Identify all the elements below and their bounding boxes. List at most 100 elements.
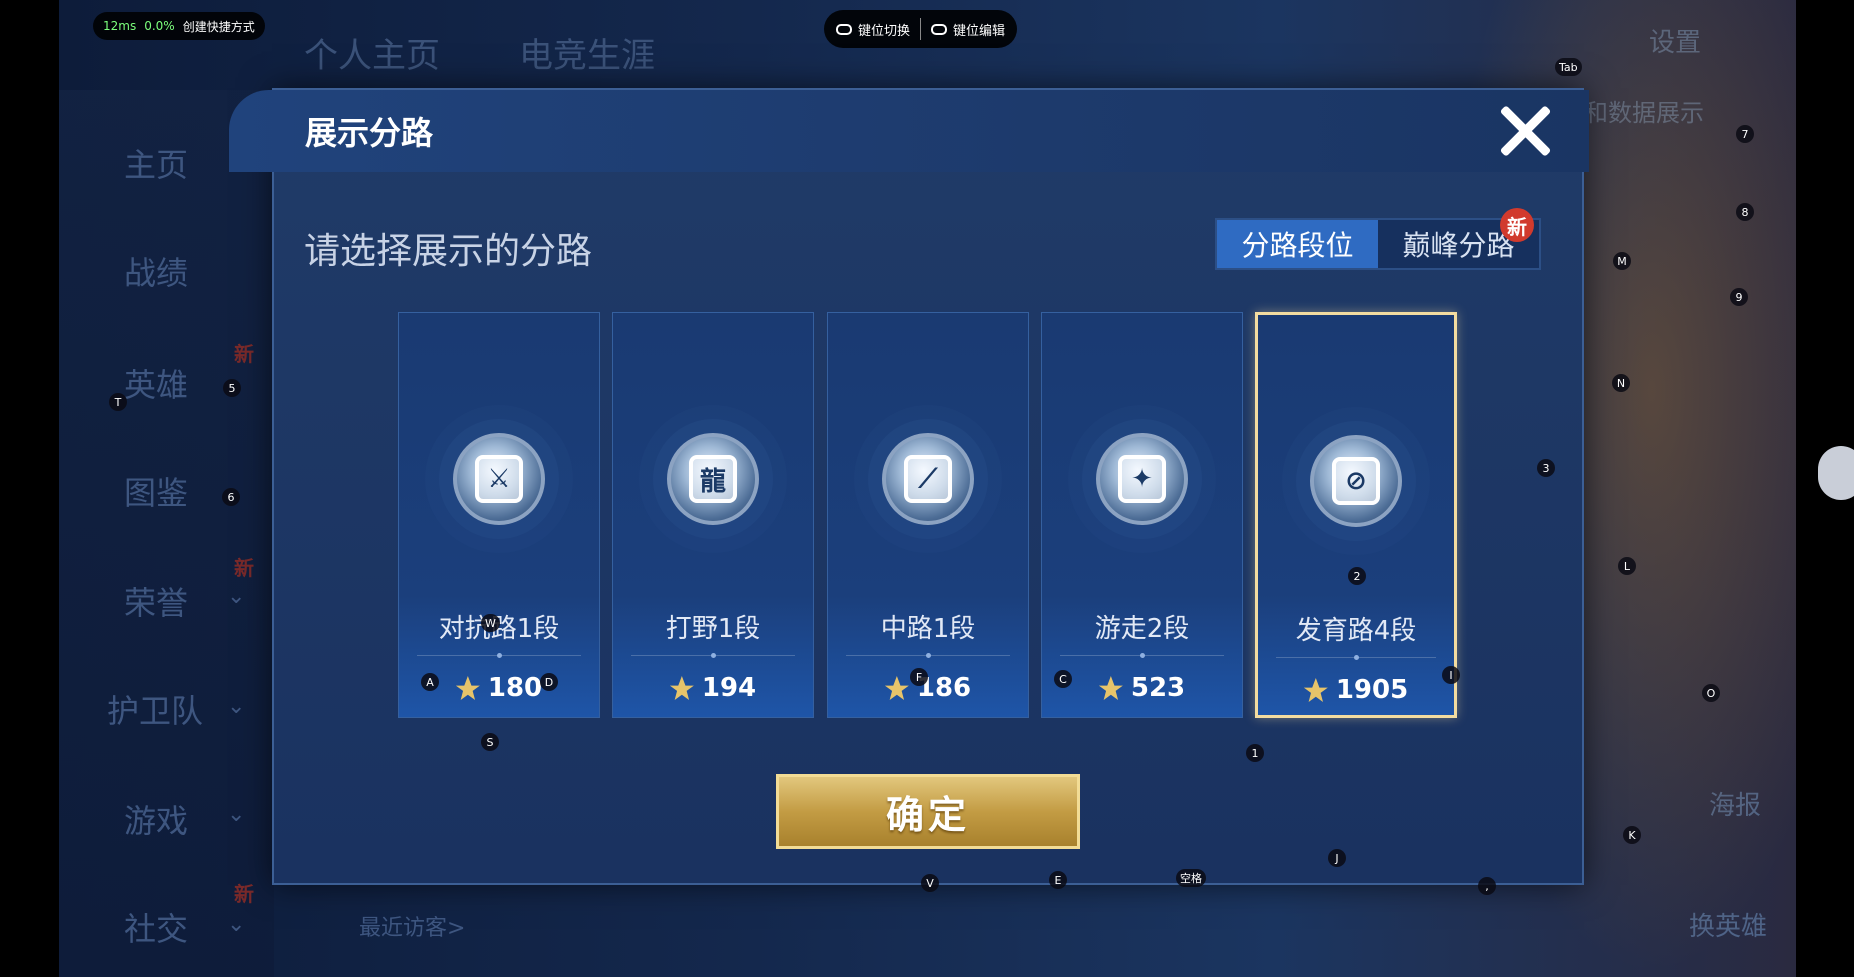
lane-score: 180 <box>487 673 543 703</box>
lane-score: 1905 <box>1335 675 1409 705</box>
key-hint: L <box>1618 557 1636 575</box>
score-star-icon <box>884 676 909 700</box>
bg-recent-visitors: 最近访客> <box>359 916 466 941</box>
lane-card-mid[interactable]: ⟋ 中路1段 186 <box>827 312 1029 718</box>
bg-change-hero: 换英雄 <box>1689 912 1768 942</box>
gamepad-icon <box>931 23 948 35</box>
key-edit-label: 键位编辑 <box>953 23 1006 39</box>
dialog-title: 展示分路 <box>305 114 434 152</box>
target-icon: ⊘ <box>1310 435 1402 527</box>
bg-tab-profile: 个人主页 <box>304 36 440 76</box>
key-switch-label: 键位切换 <box>858 23 911 39</box>
toolbar-divider <box>920 18 922 40</box>
key-hint: 7 <box>1736 125 1754 143</box>
lane-rank-label: 中路1段 <box>880 614 976 644</box>
lane-rank-label: 游走2段 <box>1094 614 1190 644</box>
chevron-down-icon: ⌄ <box>227 912 246 937</box>
lane-rank-label: 打野1段 <box>665 614 761 644</box>
key-hint: D <box>540 673 558 691</box>
key-hint: I <box>1442 666 1460 684</box>
bg-poster: 海报 <box>1709 791 1762 821</box>
sidebar: 主页 战绩 英雄 新 图鉴 荣誉 新 ⌄ 护卫队 ⌄ 游戏 ⌄ 社交 新 ⌄ <box>59 90 274 977</box>
sidebar-new-badge: 新 <box>234 342 254 366</box>
bg-tab-esports: 电竞生涯 <box>519 36 655 76</box>
key-hint: F <box>910 668 928 686</box>
card-divider <box>1060 653 1224 658</box>
sidebar-item-hero: 英雄 <box>124 366 189 404</box>
segment-control: 分路段位 巅峰分路 <box>1215 218 1541 270</box>
bg-data-show: 和数据展示 <box>1584 99 1704 127</box>
key-hint: S <box>481 733 499 751</box>
key-hint: 空格 <box>1176 869 1206 887</box>
score-row: 523 <box>1042 673 1242 703</box>
sidebar-item-home: 主页 <box>124 146 189 184</box>
key-hint: O <box>1702 684 1720 702</box>
key-hint: 5 <box>223 379 241 397</box>
close-button[interactable] <box>1497 103 1553 159</box>
key-hint: W <box>481 614 500 632</box>
bg-settings: 设置 <box>1649 28 1702 58</box>
key-hint: 1 <box>1246 744 1264 762</box>
latency-text: 12ms <box>103 19 137 33</box>
sidebar-item-game: 游戏 <box>124 802 189 840</box>
loss-text: 0.0% <box>144 19 175 33</box>
sidebar-item-guard: 护卫队 <box>107 692 204 730</box>
score-row: 186 <box>828 673 1028 703</box>
sidebar-item-honor: 荣誉 <box>124 584 189 622</box>
dialog-subtitle: 请选择展示的分路 <box>304 231 593 272</box>
key-hint: 9 <box>1730 288 1748 306</box>
key-hint: V <box>921 874 939 892</box>
score-star-icon <box>1303 678 1328 702</box>
chevron-down-icon: ⌄ <box>227 802 246 827</box>
key-hint: 6 <box>222 488 240 506</box>
score-star-icon <box>669 676 694 700</box>
tab-lane-rank[interactable]: 分路段位 <box>1217 220 1378 268</box>
lane-rank-label: 发育路4段 <box>1295 616 1417 646</box>
card-divider <box>1276 655 1436 660</box>
key-hint: J <box>1328 849 1346 867</box>
key-hint: T <box>109 393 127 411</box>
key-hint: M <box>1613 252 1631 270</box>
lane-score: 523 <box>1130 673 1186 703</box>
lane-card-top[interactable]: ⚔ 对抗路1段 180 <box>398 312 600 718</box>
gamepad-icon <box>836 23 852 35</box>
create-shortcut-button[interactable]: 创建快捷方式 <box>183 18 255 35</box>
side-handle[interactable] <box>1818 446 1854 500</box>
key-edit-button[interactable]: 键位编辑 <box>931 20 1005 39</box>
key-hint: K <box>1623 826 1641 844</box>
wings-icon: ✦ <box>1096 433 1188 525</box>
key-hint: 8 <box>1736 203 1754 221</box>
key-toolbar: 键位切换 键位编辑 <box>824 10 1018 48</box>
key-hint: 3 <box>1537 459 1555 477</box>
key-hint: C <box>1054 670 1072 688</box>
sidebar-item-social: 社交 <box>124 910 189 948</box>
sword-shield-icon: ⚔ <box>453 433 545 525</box>
slash-shield-icon: ⟋ <box>882 433 974 525</box>
key-hint: Tab <box>1555 58 1582 76</box>
chevron-down-icon: ⌄ <box>227 694 246 719</box>
key-hint: N <box>1612 374 1630 392</box>
key-hint: 2 <box>1348 567 1366 585</box>
score-star-icon <box>1098 676 1123 700</box>
lane-card-roam[interactable]: ✦ 游走2段 523 <box>1041 312 1243 718</box>
key-hint: E <box>1049 871 1067 889</box>
dragon-icon: 龍 <box>667 433 759 525</box>
score-row: 1905 <box>1258 675 1454 705</box>
lane-card-farm[interactable]: ⊘ 发育路4段 1905 <box>1255 312 1457 718</box>
card-divider <box>417 653 581 658</box>
key-hint: A <box>421 673 439 691</box>
score-row: 194 <box>613 673 813 703</box>
lane-score: 194 <box>701 673 757 703</box>
perf-overlay: 12ms 0.0% 创建快捷方式 <box>93 12 265 40</box>
chevron-down-icon: ⌄ <box>227 584 246 609</box>
confirm-button[interactable]: 确定 <box>776 774 1080 849</box>
score-star-icon <box>455 676 480 700</box>
sidebar-new-badge: 新 <box>234 882 254 906</box>
card-divider <box>631 653 795 658</box>
lane-card-jungle[interactable]: 龍 打野1段 194 <box>612 312 814 718</box>
key-switch-button[interactable]: 键位切换 <box>836 20 910 39</box>
new-badge: 新 <box>1500 208 1534 242</box>
sidebar-item-codex: 图鉴 <box>124 474 189 512</box>
key-hint: , <box>1478 877 1496 895</box>
card-divider <box>846 653 1010 658</box>
